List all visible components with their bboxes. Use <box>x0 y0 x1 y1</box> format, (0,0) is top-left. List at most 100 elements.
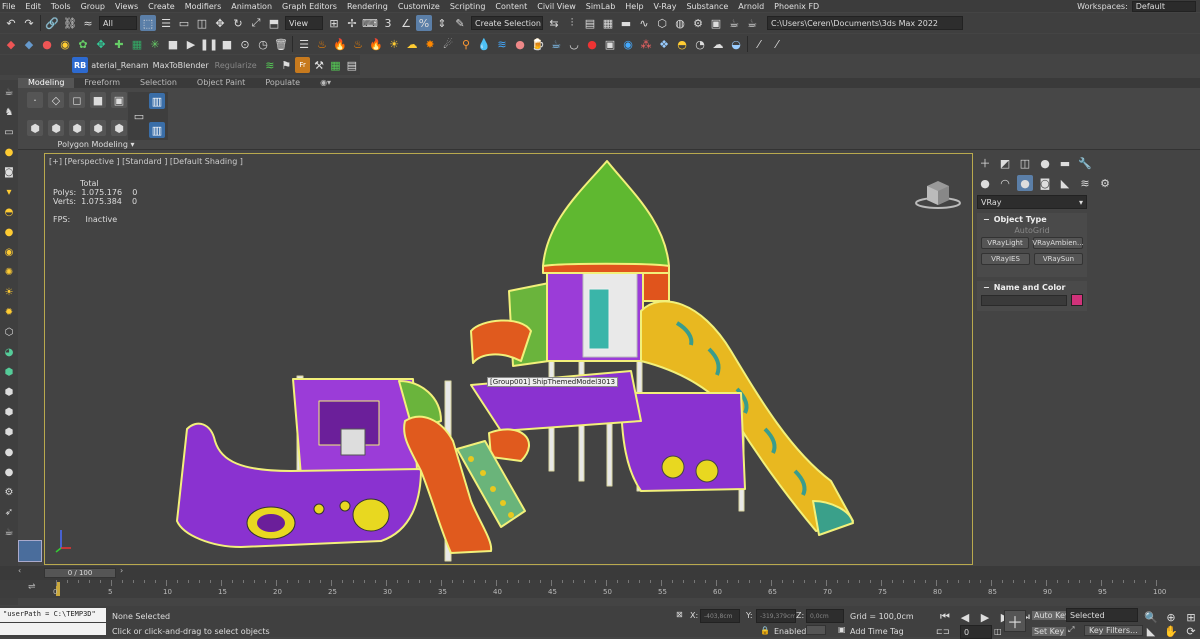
decal-icon[interactable]: ⬢ <box>1 404 17 420</box>
curve-editor-icon[interactable]: ∿ <box>636 15 652 31</box>
select-by-name-icon[interactable]: ☰ <box>158 15 174 31</box>
edit-named-sets-icon[interactable]: ✎ <box>452 15 468 31</box>
set-keys-icon[interactable]: ＋ <box>1004 610 1026 632</box>
go-to-start-icon[interactable]: ⏮ <box>937 609 953 625</box>
dome-light-icon[interactable]: ◉ <box>1 244 17 260</box>
teapot-small-icon[interactable]: ☕ <box>1 524 17 540</box>
water-drop-icon[interactable]: 💧 <box>476 36 492 52</box>
menu-views[interactable]: Views <box>113 2 146 11</box>
fire-drop-icon[interactable]: ♨ <box>350 36 366 52</box>
clock-icon[interactable]: ◷ <box>255 36 271 52</box>
menu-animation[interactable]: Animation <box>229 2 280 11</box>
pause-icon[interactable]: ❚❚ <box>200 36 218 52</box>
rect-selection-icon[interactable]: ▭ <box>176 15 192 31</box>
pin-icon[interactable]: ⚲ <box>458 36 474 52</box>
preserve-uv-icon[interactable]: ⬢ <box>48 120 64 136</box>
fur-icon[interactable]: ◕ <box>1 344 17 360</box>
render-production-icon[interactable]: ☕ <box>744 15 760 31</box>
menu-create[interactable]: Create <box>146 2 183 11</box>
rotate-icon[interactable]: ↻ <box>230 15 246 31</box>
render-icon[interactable]: ☕ <box>726 15 742 31</box>
flag-icon[interactable]: ⚑ <box>279 57 293 73</box>
time-slider-bar[interactable]: 0 / 100 ‹ › <box>0 566 1200 580</box>
light-category-dropdown[interactable]: VRay ▾ <box>977 195 1087 209</box>
material-editor-icon[interactable]: ◍ <box>672 15 688 31</box>
object-name-input[interactable] <box>981 294 1067 306</box>
stack-up-icon[interactable]: ▥ <box>149 93 165 109</box>
align-icon[interactable]: ⫶ <box>564 15 580 31</box>
vrayambient-button[interactable]: VRayAmbien... <box>1032 237 1084 249</box>
key-selection-dropdown[interactable]: Selected <box>1066 608 1138 622</box>
rb-icon[interactable]: RB <box>72 57 89 73</box>
menu-substance[interactable]: Substance <box>684 2 736 11</box>
lights-icon[interactable]: ● <box>1017 175 1033 191</box>
table-icon[interactable]: ▭ <box>1 124 17 140</box>
name-color-header[interactable]: − Name and Color <box>977 281 1087 294</box>
sphere-light-icon[interactable]: ● <box>1 224 17 240</box>
liquid-icon[interactable]: ☄ <box>440 36 456 52</box>
ocean-icon[interactable]: ◓ <box>674 36 690 52</box>
viewport-layout-button[interactable] <box>18 540 42 562</box>
polygon-icon[interactable]: ■ <box>90 92 106 108</box>
camera-icon[interactable]: ◙ <box>1 164 17 180</box>
menu-v-ray[interactable]: V-Ray <box>652 2 685 11</box>
pointer-icon[interactable]: ➶ <box>1 504 17 520</box>
motion-tab-icon[interactable]: ● <box>1037 155 1053 171</box>
project-path-field[interactable]: C:\Users\Ceren\Documents\3ds Max 2022 <box>767 16 963 30</box>
select-object-icon[interactable]: ⬚ <box>140 15 156 31</box>
cloud-icon[interactable]: ☁ <box>710 36 726 52</box>
space-warps-icon[interactable]: ≋ <box>1077 175 1093 191</box>
proxy-icon[interactable]: ⬡ <box>1 324 17 340</box>
keyboard-shortcut-icon[interactable]: ⌨ <box>362 15 378 31</box>
track-bar-toggle-icon[interactable]: ⇌ <box>28 582 36 592</box>
cameras-icon[interactable]: ◙ <box>1037 175 1053 191</box>
object-color-swatch[interactable] <box>1071 294 1083 306</box>
menu-rendering[interactable]: Rendering <box>345 2 396 11</box>
angle-snap-icon[interactable]: ∠ <box>398 15 414 31</box>
unlink-icon[interactable]: ⛓ <box>62 15 78 31</box>
vraysun-button[interactable]: VRaySun <box>1034 253 1083 265</box>
gear-icon[interactable]: ⚙ <box>1 484 17 500</box>
play-icon[interactable]: ▶ <box>183 36 199 52</box>
document-icon[interactable]: ▤ <box>345 57 359 73</box>
object-type-header[interactable]: − Object Type <box>977 213 1087 226</box>
flame-icon[interactable]: 🔥 <box>368 36 384 52</box>
tab-freeform[interactable]: Freeform <box>74 78 130 88</box>
key-tangent-icon[interactable]: ⤢ <box>1068 625 1074 635</box>
enabled-toggle[interactable] <box>806 625 826 635</box>
omni-light-icon[interactable]: ◓ <box>1 204 17 220</box>
menu-modifiers[interactable]: Modifiers <box>183 2 230 11</box>
red-sphere-icon[interactable]: ● <box>39 36 55 52</box>
time-tag-icon[interactable]: ▣ <box>838 625 846 634</box>
beer-icon[interactable]: 🍺 <box>530 36 546 52</box>
dots-icon[interactable]: ⁂ <box>638 36 654 52</box>
toggle-ribbon-icon[interactable]: ▬ <box>618 15 634 31</box>
polygon-modeling-label[interactable]: Polygon Modeling ▾ <box>26 140 166 149</box>
bowl-icon[interactable]: ◡ <box>566 36 582 52</box>
playground-model[interactable] <box>45 154 973 565</box>
stack-icon[interactable]: ▭ <box>131 108 147 124</box>
edge-icon[interactable]: ◇ <box>48 92 64 108</box>
layers-icon[interactable]: ≋ <box>263 57 277 73</box>
green-arrows-icon[interactable]: ✥ <box>93 36 109 52</box>
wave-icon[interactable]: ≋ <box>494 36 510 52</box>
regularize-button[interactable]: Regularize <box>215 61 257 70</box>
attach-icon[interactable]: ⬢ <box>90 120 106 136</box>
perspective-viewport[interactable]: [+] [Perspective ] [Standard ] [Default … <box>44 153 973 565</box>
foam-icon[interactable]: ◉ <box>620 36 636 52</box>
fr-icon[interactable]: Fr <box>295 57 310 73</box>
add-time-tag[interactable]: Add Time Tag <box>850 627 904 636</box>
wand-icon[interactable]: ⁄ <box>751 36 767 52</box>
stop-icon[interactable]: ■ <box>219 36 235 52</box>
list-icon[interactable]: ☰ <box>296 36 312 52</box>
rendered-frame-icon[interactable]: ▣ <box>708 15 724 31</box>
red-cube-icon[interactable]: ◆ <box>3 36 19 52</box>
render-setup-icon[interactable]: ⚙ <box>690 15 706 31</box>
smoke-icon[interactable]: ☁ <box>404 36 420 52</box>
track-bar[interactable]: ⇌ 0 5 10 15 20 25 30 35 40 45 50 55 60 65 70 75 80 85 90 95… <box>0 580 1200 598</box>
sun-icon[interactable]: ☀ <box>386 36 402 52</box>
menu-customize[interactable]: Customize <box>396 2 448 11</box>
max-to-blender-button[interactable]: MaxToBlender <box>153 61 209 70</box>
hierarchy-tab-icon[interactable]: ◫ <box>1017 155 1033 171</box>
placement-icon[interactable]: ⬒ <box>266 15 282 31</box>
